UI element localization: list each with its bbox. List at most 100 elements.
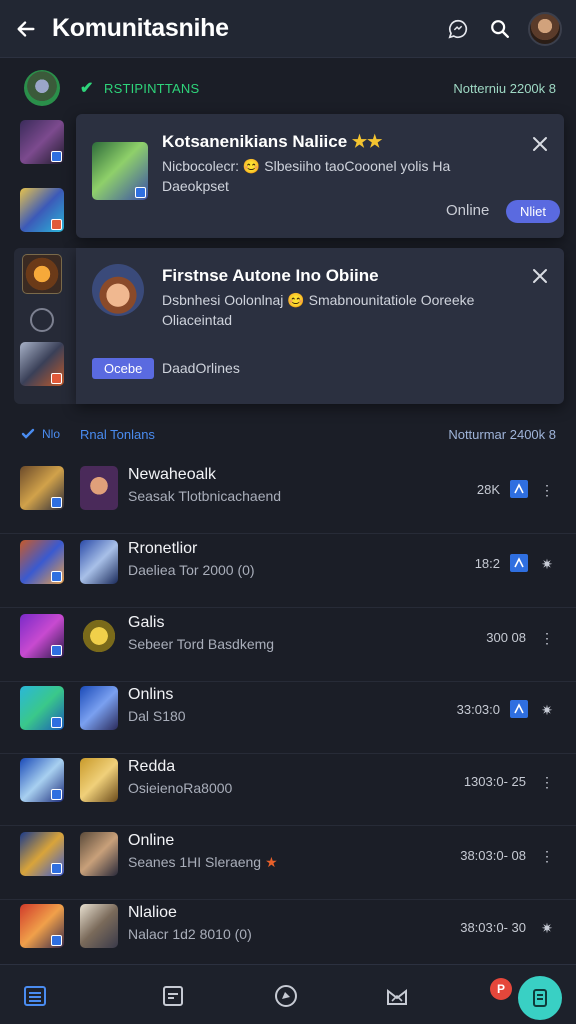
- list-item-subtitle-text: OsieienoRa8000: [128, 780, 233, 796]
- feed-thumbnail[interactable]: [20, 342, 64, 386]
- news-icon[interactable]: [160, 983, 186, 1009]
- more-options-icon[interactable]: ✷: [539, 556, 555, 572]
- notification-text: Nicbocolecr:: [162, 158, 240, 174]
- list-item-subtitle: Seanes 1HI Sleraeng ★: [128, 854, 278, 871]
- notification-thumbnail: [92, 142, 148, 200]
- more-options-icon[interactable]: ⋮: [539, 848, 555, 864]
- notification-text: Dsbnhesi Oolonlnaj: [162, 292, 284, 308]
- more-options-icon[interactable]: ⋮: [539, 774, 555, 790]
- list-item-title: Galis: [128, 614, 165, 631]
- notification-avatar: [92, 264, 144, 316]
- community-avatar: [80, 904, 118, 948]
- notification-title: Firstnse Autone Ino Obiine: [162, 266, 379, 285]
- compose-fab[interactable]: [518, 976, 562, 1020]
- list-icon[interactable]: [22, 983, 48, 1009]
- list-item-title: Rronetlior: [128, 540, 198, 557]
- community-avatar: [80, 466, 118, 510]
- feed-thumbnail[interactable]: [20, 188, 64, 232]
- list-item-title: Newaheoalk: [128, 466, 217, 483]
- list-item[interactable]: Online Seanes 1HI Sleraeng ★ 38:03:0- 08 ⋮: [0, 826, 576, 900]
- community-thumbnail: [20, 466, 64, 510]
- list-item-meta: 33:03:0: [456, 702, 500, 717]
- list-item-subtitle-text: Seanes 1HI Sleraeng: [128, 854, 262, 870]
- notification-text: Oliaceintad: [162, 312, 233, 328]
- smile-emoji-icon: 😊: [242, 158, 261, 174]
- community-avatar: [80, 758, 118, 802]
- notification-badge: P: [490, 978, 512, 1000]
- list-item[interactable]: Nlalioe Nalacr 1d2 8010 (0) 38:03:0- 30 ✷: [0, 898, 576, 972]
- community-thumbnail: [20, 614, 64, 658]
- community-thumbnail: [20, 540, 64, 584]
- list-item[interactable]: Onlins Dal S180 33:03:0 ✷: [0, 680, 576, 754]
- list-item-meta: 28K: [476, 482, 500, 497]
- section-title: RSTIPINTTANS: [104, 80, 200, 96]
- action-pill[interactable]: Nliet: [506, 200, 561, 223]
- more-options-icon[interactable]: ⋮: [539, 630, 555, 646]
- compass-icon[interactable]: [273, 983, 299, 1009]
- list-item-subtitle: OsieienoRa8000: [128, 780, 232, 796]
- more-options-icon[interactable]: ✷: [539, 702, 555, 718]
- notification-text: Slbesiiho taoCooonel yolis Ha: [264, 158, 451, 174]
- list-item-meta: 38:03:0- 08: [460, 848, 526, 863]
- notification-card[interactable]: Kotsanenikians Naliice ★★ Nicbocolecr: 😊…: [76, 114, 564, 238]
- section-check-label: Nlo: [42, 427, 61, 441]
- list-item[interactable]: Rronetlior Daeliea Tor 2000 (0) 18:2 ✷: [0, 534, 576, 608]
- list-item-subtitle-text: Dal S180: [128, 708, 186, 724]
- list-item-subtitle-text: Nalacr 1d2 8010 (0): [128, 926, 252, 942]
- back-button[interactable]: [0, 0, 52, 58]
- feed-thumbnail[interactable]: [22, 254, 62, 294]
- translate-chip-icon[interactable]: [510, 554, 528, 572]
- list-item-meta: 1303:0- 25: [463, 774, 526, 789]
- community-thumbnail: [20, 832, 64, 876]
- list-item-title: Redda: [128, 758, 176, 775]
- action-button[interactable]: Ocebe: [92, 358, 155, 379]
- close-icon[interactable]: [530, 266, 550, 286]
- community-thumbnail: [20, 686, 64, 730]
- notification-card[interactable]: Firstnse Autone Ino Obiine Dsbnhesi Oolo…: [76, 248, 564, 404]
- list-item-subtitle: Daeliea Tor 2000 (0): [128, 562, 255, 578]
- stars-icon: ★★: [351, 132, 383, 151]
- check-icon: ✔: [80, 80, 94, 97]
- list-item-subtitle-text: Seasak Tlotbnicachaend: [128, 488, 282, 504]
- page-title: Komunitasnihe: [52, 14, 229, 42]
- list-item-meta: 18:2: [474, 556, 500, 571]
- list-item-title: Nlalioe: [128, 904, 177, 921]
- notification-text: Smabnounitatiole Ooreeke: [308, 292, 475, 308]
- star-icon: ★: [265, 854, 278, 870]
- notification-title: Kotsanenikians Naliice: [162, 132, 348, 151]
- document-icon: [533, 989, 547, 1007]
- list-item-subtitle-text: Sebeer Tord Basdkemg: [128, 636, 275, 652]
- more-options-icon[interactable]: ⋮: [539, 482, 555, 498]
- list-item-title: Online: [128, 832, 175, 849]
- section-header: Nlo Rnal Tonlans Notturmar 2400k 8: [0, 414, 576, 454]
- list-item[interactable]: Galis Sebeer Tord Basdkemg 300 08 ⋮: [0, 608, 576, 682]
- community-thumbnail: [20, 758, 64, 802]
- list-item-title: Onlins: [128, 686, 174, 703]
- community-avatar: [80, 614, 118, 658]
- status-circle-icon: [30, 308, 54, 332]
- shield-check-icon: [21, 428, 35, 439]
- section-meta: Notturmar 2400k 8: [448, 426, 556, 442]
- list-item-subtitle: Sebeer Tord Basdkemg: [128, 636, 274, 652]
- chat-button[interactable]: [444, 15, 472, 43]
- list-item[interactable]: Newaheoalk Seasak Tlotbnicachaend 28K ⋮: [0, 460, 576, 534]
- translate-chip-icon[interactable]: [510, 480, 528, 498]
- close-icon[interactable]: [530, 134, 550, 154]
- section-title: Rnal Tonlans: [80, 426, 155, 442]
- arrow-left-icon: [17, 20, 35, 37]
- list-item-subtitle: Nalacr 1d2 8010 (0): [128, 926, 252, 942]
- search-button[interactable]: [486, 15, 514, 43]
- status-text: DaadOrlines: [162, 360, 240, 376]
- more-options-icon[interactable]: ✷: [539, 920, 555, 936]
- section-meta: Notterniu 2200k 8: [453, 80, 556, 96]
- profile-avatar[interactable]: [528, 11, 562, 46]
- notification-text: Daeokpset: [162, 178, 229, 194]
- community-avatar: [80, 686, 118, 730]
- chat-bubble-icon: [448, 19, 468, 38]
- list-item[interactable]: Redda OsieienoRa8000 1303:0- 25 ⋮: [0, 752, 576, 826]
- community-avatar: [80, 540, 118, 584]
- list-item-meta: 300 08: [486, 630, 526, 645]
- mail-icon[interactable]: [384, 983, 410, 1009]
- translate-chip-icon[interactable]: [510, 700, 528, 718]
- feed-thumbnail[interactable]: [20, 120, 64, 164]
